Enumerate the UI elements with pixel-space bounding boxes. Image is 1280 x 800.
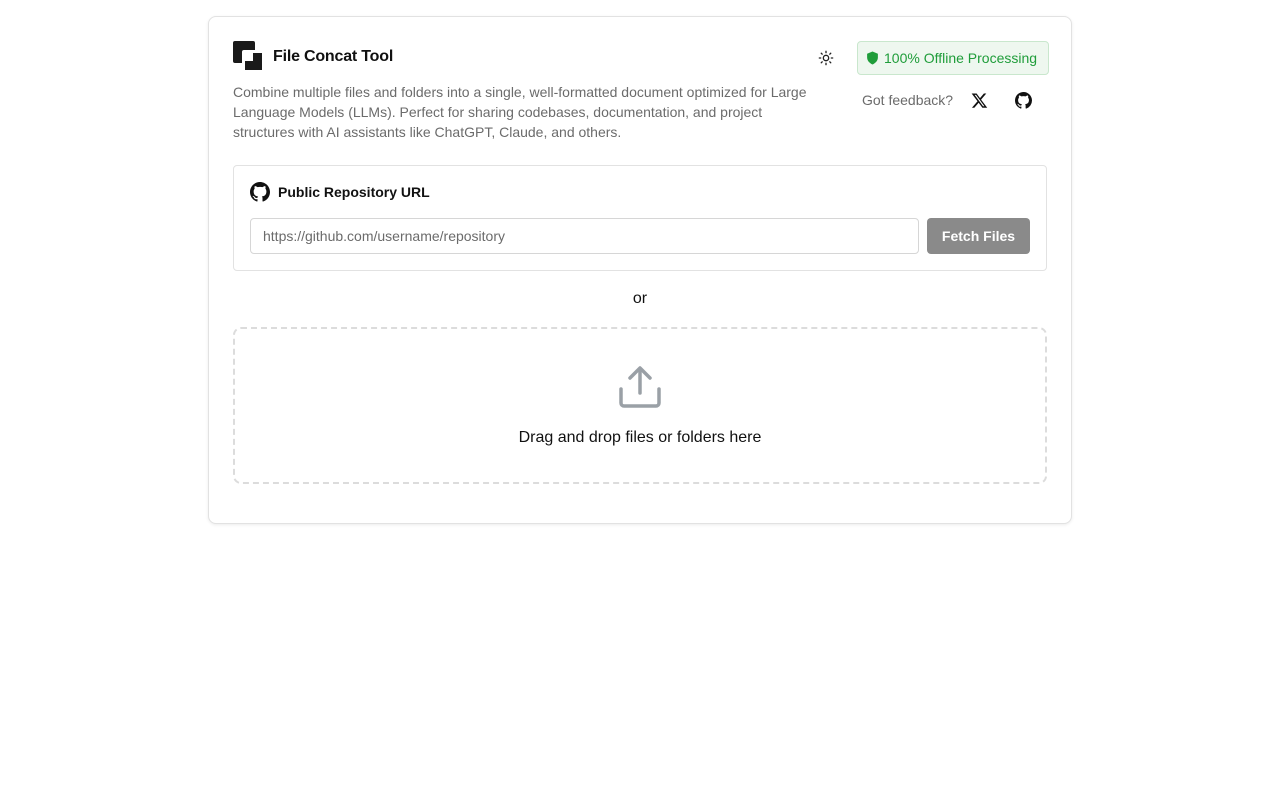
- dropzone-text: Drag and drop files or folders here: [518, 429, 762, 446]
- or-divider: or: [632, 290, 648, 307]
- upload-icon: [619, 366, 661, 408]
- feedback-label: Got feedback?: [862, 92, 954, 108]
- repo-label-row: Public Repository URL: [250, 182, 430, 202]
- shield-icon: [867, 51, 878, 65]
- repo-url-section: Public Repository URL Fetch Files: [233, 165, 1047, 271]
- github-icon: [250, 182, 270, 202]
- sun-icon[interactable]: [817, 49, 835, 67]
- app-logo-icon: [233, 41, 265, 73]
- app-header: File Concat Tool Combine multiple files …: [233, 41, 1049, 151]
- x-icon[interactable]: [968, 89, 990, 111]
- offline-processing-badge: 100% Offline Processing: [857, 41, 1049, 75]
- app-title: File Concat Tool: [273, 48, 394, 65]
- header-actions: 100% Offline Processing Got feedback?: [809, 41, 1049, 141]
- github-icon[interactable]: [1012, 89, 1034, 111]
- main-card: File Concat Tool Combine multiple files …: [208, 16, 1072, 524]
- file-dropzone[interactable]: Drag and drop files or folders here: [233, 327, 1047, 484]
- title-row: File Concat Tool: [233, 41, 393, 73]
- offline-badge-label: 100% Offline Processing: [884, 50, 1038, 66]
- fetch-files-button[interactable]: Fetch Files: [927, 218, 1030, 254]
- app-description: Combine multiple files and folders into …: [233, 84, 807, 140]
- repo-url-label: Public Repository URL: [278, 184, 430, 200]
- feedback-row: Got feedback?: [849, 87, 1049, 113]
- repo-url-input[interactable]: [250, 218, 919, 254]
